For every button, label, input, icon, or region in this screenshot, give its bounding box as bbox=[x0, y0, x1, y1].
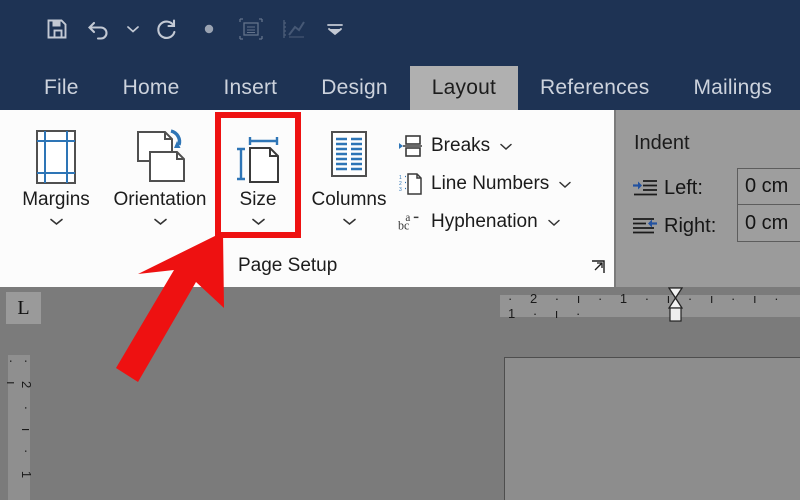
horizontal-ruler-marks: · 2 · ı · 1 · ı · ı · ı · 1 · ı · bbox=[508, 291, 786, 321]
hyphenation-button[interactable]: bc a Hyphenation bbox=[398, 205, 561, 239]
undo-dropdown-icon[interactable] bbox=[120, 10, 146, 48]
breaks-icon bbox=[398, 133, 424, 159]
line-numbers-icon: 123 bbox=[398, 171, 424, 197]
hyphenation-icon: bc a bbox=[398, 209, 424, 235]
indent-left-value: 0 cm bbox=[745, 175, 789, 197]
undo-icon[interactable] bbox=[78, 10, 120, 48]
quick-access-toolbar bbox=[36, 10, 356, 48]
indent-right-input[interactable]: 0 cm bbox=[737, 205, 800, 242]
columns-label: Columns bbox=[311, 189, 387, 210]
save-icon[interactable] bbox=[36, 10, 78, 48]
size-chevron-down-icon[interactable] bbox=[251, 215, 266, 228]
orientation-button[interactable]: Orientation bbox=[108, 124, 212, 228]
line-numbers-chevron-down-icon[interactable] bbox=[558, 177, 572, 192]
ribbon-tabs-bar: File Home Insert Design Layout Reference… bbox=[0, 58, 800, 110]
indent-right-row: Right: bbox=[630, 210, 716, 242]
indent-left-row: Left: bbox=[630, 172, 703, 204]
indent-group-title: Indent bbox=[634, 132, 690, 154]
redo-icon[interactable] bbox=[146, 10, 188, 48]
columns-chevron-down-icon[interactable] bbox=[342, 215, 357, 228]
margins-label: Margins bbox=[22, 189, 90, 210]
indent-right-icon bbox=[630, 215, 660, 237]
size-icon bbox=[230, 124, 286, 190]
orientation-chevron-down-icon[interactable] bbox=[153, 215, 168, 228]
tab-stop-selector[interactable]: L bbox=[6, 292, 41, 324]
tab-home[interactable]: Home bbox=[101, 66, 202, 110]
table-properties-icon[interactable] bbox=[230, 10, 272, 48]
document-page[interactable] bbox=[504, 357, 800, 500]
customize-qat-icon[interactable] bbox=[314, 10, 356, 48]
columns-button[interactable]: Columns bbox=[297, 124, 401, 228]
chart-edit-icon[interactable] bbox=[272, 10, 314, 48]
vertical-ruler[interactable]: · 2 · ı · 1 · ı bbox=[4, 355, 34, 500]
tab-file[interactable]: File bbox=[22, 66, 101, 110]
page-setup-buttons: Margins Orientation Size Columns Breaks … bbox=[0, 110, 614, 258]
horizontal-ruler[interactable]: · 2 · ı · 1 · ı · ı · ı · 1 · ı · bbox=[500, 287, 800, 322]
margins-icon bbox=[32, 124, 80, 190]
vertical-ruler-marks: · 2 · ı · 1 · ı bbox=[4, 359, 34, 486]
indent-group: Indent Left: Right: 0 cm 0 cm bbox=[616, 110, 800, 287]
dot-icon[interactable] bbox=[188, 10, 230, 48]
line-numbers-button[interactable]: 123 Line Numbers bbox=[398, 167, 572, 201]
title-bar bbox=[0, 0, 800, 58]
ribbon-tabs: File Home Insert Design Layout Reference… bbox=[22, 58, 794, 110]
page-setup-group-title: Page Setup bbox=[238, 255, 338, 276]
columns-icon bbox=[326, 124, 372, 190]
breaks-label: Breaks bbox=[431, 135, 491, 156]
svg-text:a: a bbox=[405, 212, 410, 224]
tab-insert[interactable]: Insert bbox=[201, 66, 299, 110]
indent-right-value: 0 cm bbox=[745, 211, 789, 234]
size-button[interactable]: Size bbox=[215, 124, 301, 228]
tab-mailings[interactable]: Mailings bbox=[671, 66, 794, 110]
size-label: Size bbox=[239, 189, 277, 210]
indent-right-label: Right: bbox=[664, 214, 717, 237]
tab-design[interactable]: Design bbox=[299, 66, 410, 110]
tab-layout[interactable]: Layout bbox=[409, 66, 519, 110]
indent-left-label: Left: bbox=[664, 176, 703, 199]
page-setup-dialog-launcher[interactable] bbox=[590, 259, 606, 275]
margins-chevron-down-icon[interactable] bbox=[49, 215, 64, 228]
margins-button[interactable]: Margins bbox=[4, 124, 108, 228]
indent-left-input[interactable]: 0 cm bbox=[737, 168, 800, 205]
hyphenation-label: Hyphenation bbox=[431, 211, 538, 232]
breaks-chevron-down-icon[interactable] bbox=[499, 139, 513, 154]
breaks-button[interactable]: Breaks bbox=[398, 129, 513, 163]
indent-marker-icon bbox=[668, 287, 683, 322]
orientation-icon bbox=[132, 124, 188, 190]
tab-references[interactable]: References bbox=[518, 66, 671, 110]
indent-left-icon bbox=[630, 177, 660, 199]
line-numbers-label: Line Numbers bbox=[431, 173, 550, 194]
svg-text:3: 3 bbox=[399, 187, 402, 193]
orientation-label: Orientation bbox=[113, 189, 207, 210]
word-window: File Home Insert Design Layout Reference… bbox=[0, 0, 800, 500]
hyphenation-chevron-down-icon[interactable] bbox=[547, 215, 561, 230]
